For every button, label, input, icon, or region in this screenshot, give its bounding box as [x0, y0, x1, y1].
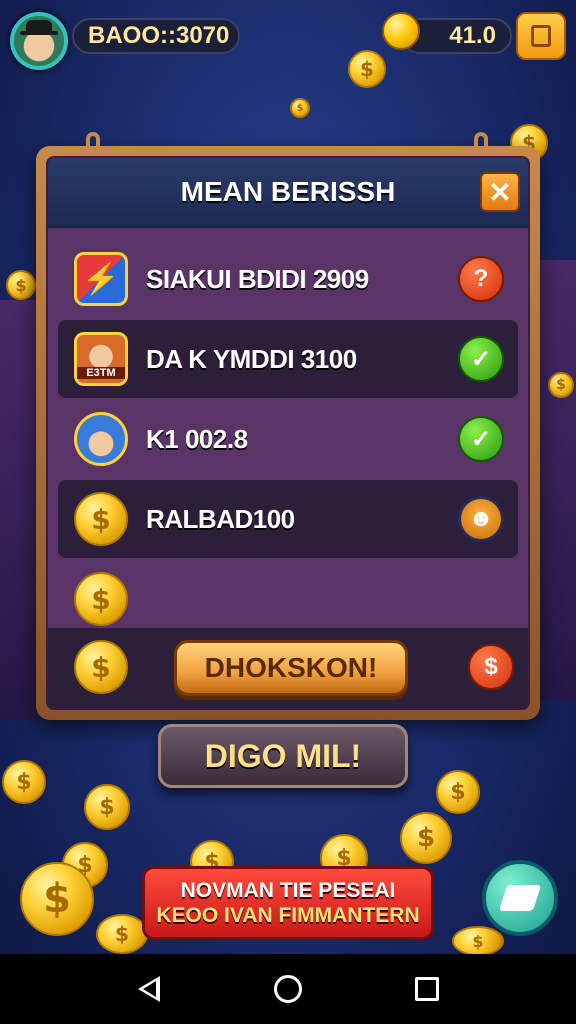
dollar-badge-icon: $	[468, 644, 514, 690]
gold-text: 41.0	[449, 22, 496, 49]
shop-bag-icon	[531, 25, 551, 47]
score-display: BAOO::3070	[72, 18, 240, 54]
list-item-label: RALBAD100	[146, 503, 295, 534]
claim-button[interactable]: DHOKSKON!	[174, 640, 408, 696]
decor-coin: $	[2, 760, 46, 804]
back-button[interactable]	[129, 969, 169, 1009]
list-item-label: K1 002.8	[146, 423, 248, 454]
list-item[interactable]: ⚡ SIAKUI BDIDI 2909 ?	[58, 240, 518, 318]
gold-coin-icon	[382, 12, 420, 50]
recent-apps-button[interactable]	[407, 969, 447, 1009]
promo-line1: NOVMAN TIE PESEAI	[180, 879, 396, 902]
back-icon	[138, 976, 161, 1002]
coin-shop-button[interactable]: $	[20, 862, 94, 936]
status-glyph: ✓	[470, 345, 492, 373]
system-nav-bar	[0, 954, 576, 1024]
decor-coin: $	[6, 270, 36, 300]
status-glyph: ?	[473, 265, 489, 292]
panel-hook-left	[86, 132, 100, 158]
list-item[interactable]: K1 002.8 ✓	[58, 400, 518, 478]
status-glyph: $	[484, 653, 498, 680]
rewards-panel: MEAN BERISSH ✕ ⚡ SIAKUI BDIDI 2909 ? E3T…	[36, 132, 540, 720]
panel-title: MEAN BERISSH	[180, 176, 396, 207]
decor-coin: $	[400, 812, 452, 864]
play-button[interactable]	[482, 860, 558, 936]
score-text: BAOO::3070	[88, 22, 230, 49]
close-icon: ✕	[488, 176, 512, 208]
recent-apps-icon	[414, 977, 439, 1001]
list-item[interactable]: $ RALBAD100 ☻	[58, 480, 518, 558]
secondary-button[interactable]: DIGO MIL!	[158, 724, 408, 788]
check-icon: ✓	[458, 336, 504, 382]
avatar-glasses-icon: E3TM	[74, 332, 128, 386]
mascot-icon: ☻	[458, 496, 504, 542]
coin-icon: $	[74, 492, 128, 546]
decor-coin: $	[452, 926, 504, 956]
status-glyph: ✓	[470, 425, 492, 453]
play-arrow-icon	[498, 885, 542, 911]
panel-hook-right	[474, 132, 488, 158]
decor-coin: $	[84, 784, 130, 830]
top-bar: BAOO::3070 41.0	[10, 12, 566, 70]
list-item: $	[58, 560, 518, 638]
avatar-tag: E3TM	[77, 367, 125, 379]
list-item[interactable]: E3TM DA K YMDDI 3100 ✓	[58, 320, 518, 398]
coin-icon: $	[74, 640, 128, 694]
panel-header: MEAN BERISSH	[48, 158, 528, 228]
player-avatar[interactable]	[10, 12, 68, 70]
check-icon: ✓	[458, 416, 504, 462]
status-glyph: ☻	[468, 505, 494, 532]
shop-button[interactable]	[516, 12, 566, 60]
home-icon	[273, 975, 302, 1003]
list-item-label: SIAKUI BDIDI 2909	[146, 263, 369, 294]
list-item-label: DA K YMDDI 3100	[146, 343, 357, 374]
promo-line2: KEOO IVAN FIMMANTERN	[156, 904, 420, 927]
coin-icon: $	[74, 572, 128, 626]
background-building-right	[540, 260, 576, 700]
decor-coin: $	[290, 98, 310, 118]
close-button[interactable]: ✕	[480, 172, 520, 212]
shield-lightning-icon: ⚡	[74, 252, 128, 306]
decor-coin: $	[96, 914, 148, 954]
home-button[interactable]	[268, 969, 308, 1009]
claim-button-label: DHOKSKON!	[204, 652, 378, 683]
panel-footer: $ DHOKSKON! $	[48, 628, 528, 708]
panel-body: MEAN BERISSH ✕ ⚡ SIAKUI BDIDI 2909 ? E3T…	[46, 156, 530, 710]
promo-banner[interactable]: NOVMAN TIE PESEAI KEOO IVAN FIMMANTERN	[142, 866, 434, 940]
secondary-button-label: DIGO MIL!	[204, 737, 362, 774]
decor-coin: $	[436, 770, 480, 814]
background-building-left	[0, 300, 40, 720]
decor-coin: $	[548, 372, 574, 398]
avatar-cap-icon	[74, 412, 128, 466]
status-question-icon: ?	[458, 256, 504, 302]
